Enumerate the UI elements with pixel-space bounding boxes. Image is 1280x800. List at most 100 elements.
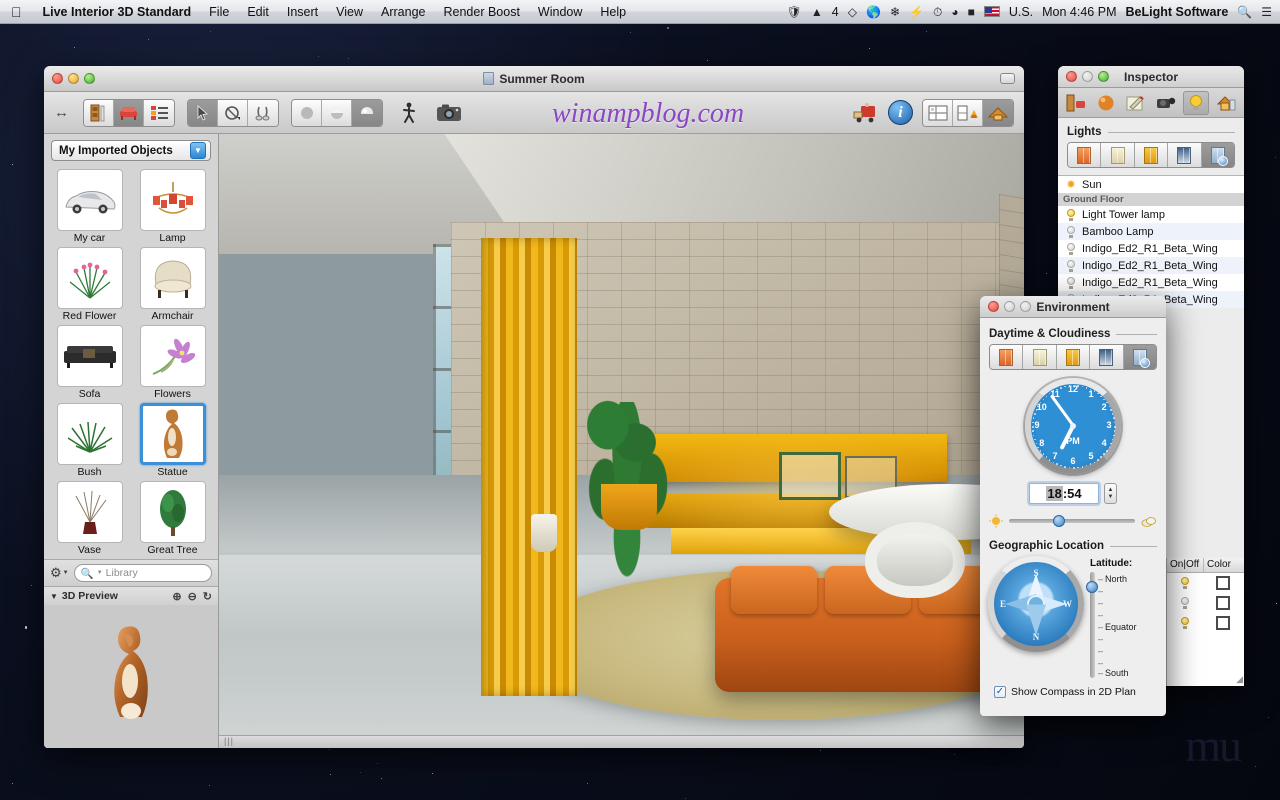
library-item-great-tree[interactable]: Great Tree (133, 481, 212, 557)
site-inspector-tab[interactable] (1213, 91, 1239, 115)
library-item-lamp[interactable]: Lamp (133, 169, 212, 245)
preset-day-button[interactable] (1023, 345, 1057, 369)
3d-viewport[interactable]: ||| (219, 134, 1024, 748)
apple-menu-icon[interactable]:  (0, 5, 34, 19)
object-inspector-tab[interactable] (1063, 91, 1089, 115)
3d-preview-viewport[interactable] (44, 605, 218, 748)
lights-list[interactable]: ✸ Sun Ground Floor Light Tower lamp Bamb… (1058, 175, 1244, 308)
search-input[interactable]: 🔍 ▼ Library (73, 564, 212, 582)
light-bulb-off-icon[interactable] (1066, 242, 1076, 255)
light-bulb-off-icon[interactable] (1066, 276, 1076, 289)
bolt-status-icon[interactable]: ⚡ (909, 6, 924, 18)
menu-app-name[interactable]: Live Interior 3D Standard (34, 0, 201, 24)
shield-status-icon[interactable]: 🛡 (787, 6, 802, 18)
compass-widget[interactable]: S N E W (988, 556, 1084, 652)
minimize-button[interactable] (1082, 71, 1093, 82)
leaf-status-icon[interactable]: ❄ (890, 6, 900, 18)
show-compass-checkbox-row[interactable]: ✓ Show Compass in 2D Plan (980, 678, 1166, 698)
cloudiness-slider[interactable] (1009, 515, 1135, 527)
light-bulb-off-icon[interactable] (1066, 225, 1076, 238)
battery-status-icon[interactable]: ■ (968, 6, 975, 18)
current-user-label[interactable]: BeLight Software (1125, 5, 1228, 19)
zoom-out-icon[interactable]: ⊖ (188, 590, 197, 603)
globe-status-icon[interactable]: 🌎 (866, 6, 881, 18)
preset-sunrise-button[interactable] (1068, 143, 1102, 167)
color-swatch[interactable] (1203, 576, 1243, 590)
environment-titlebar[interactable]: Environment (980, 296, 1166, 318)
light-bulb-on-icon[interactable] (1066, 208, 1076, 221)
close-button[interactable] (1066, 71, 1077, 82)
arrow-select-tool-button[interactable] (188, 99, 218, 126)
info-button[interactable]: i (888, 100, 913, 125)
menu-item-edit[interactable]: Edit (238, 0, 278, 24)
edit-inspector-tab[interactable] (1123, 91, 1149, 115)
adobe-status-icon[interactable]: ▲ (811, 6, 823, 18)
moving-truck-icon[interactable] (851, 102, 879, 124)
category-dropdown[interactable]: My Imported Objects ▼ (51, 140, 211, 161)
wall-tool-button[interactable] (84, 99, 114, 126)
view-2d-plan-button[interactable] (923, 99, 953, 126)
preset-night-button[interactable] (1090, 345, 1124, 369)
list-item-light[interactable]: Indigo_Ed2_R1_Beta_Wing (1058, 240, 1244, 257)
render-high-button[interactable] (352, 99, 382, 126)
render-medium-button[interactable] (322, 99, 352, 126)
measure-tool-button[interactable] (248, 99, 278, 126)
light-on-icon[interactable] (1167, 577, 1203, 589)
stepper-up-icon[interactable]: ▲ (1108, 487, 1114, 494)
column-header-color[interactable]: Color (1204, 558, 1244, 572)
search-icon[interactable]: 🔍 (1237, 6, 1252, 18)
table-row[interactable] (1167, 613, 1244, 633)
list-item-light[interactable]: Bamboo Lamp (1058, 223, 1244, 240)
library-item-bush[interactable]: Bush (50, 403, 129, 479)
menu-item-file[interactable]: File (200, 0, 238, 24)
dropbox-status-icon[interactable]: ◇ (848, 6, 857, 18)
show-compass-checkbox[interactable]: ✓ (994, 686, 1006, 698)
color-swatch[interactable] (1203, 596, 1243, 610)
stepper-down-icon[interactable]: ▼ (1108, 494, 1114, 501)
table-row[interactable] (1167, 573, 1244, 593)
main-window-titlebar[interactable]: Summer Room (44, 66, 1024, 92)
menu-item-insert[interactable]: Insert (278, 0, 327, 24)
time-stepper[interactable]: ▲ ▼ (1104, 483, 1117, 504)
horizontal-resize-icon[interactable]: ↔ (54, 104, 69, 121)
list-item-sun[interactable]: ✸ Sun (1058, 176, 1244, 193)
zoom-button[interactable] (1020, 301, 1031, 312)
zoom-button[interactable] (1098, 71, 1109, 82)
column-header-onoff[interactable]: On|Off (1167, 558, 1204, 572)
render-draft-button[interactable] (292, 99, 322, 126)
light-inspector-tab[interactable] (1183, 90, 1209, 115)
latitude-slider-knob[interactable] (1086, 580, 1098, 593)
camera-icon[interactable] (435, 103, 463, 123)
preset-custom-time-button[interactable] (1201, 143, 1234, 167)
menu-item-help[interactable]: Help (591, 0, 635, 24)
daytime-clock[interactable]: 11 10 9 8 7 6 5 4 3 2 1 12 PM (1025, 378, 1121, 474)
zoom-in-icon[interactable]: ⊕ (172, 590, 181, 603)
wifi-status-icon[interactable]: ◕ (951, 6, 958, 18)
time-input[interactable]: 18:54 (1029, 483, 1099, 504)
library-item-red-flower[interactable]: Red Flower (50, 247, 129, 323)
menu-bar-clock[interactable]: Mon 4:46 PM (1042, 5, 1116, 19)
library-item-vase[interactable]: Vase (50, 481, 129, 557)
properties-list-tool-button[interactable] (144, 99, 174, 126)
toolbar-toggle-button[interactable] (1000, 73, 1015, 84)
rotate-icon[interactable]: ↻ (203, 590, 212, 603)
time-hours[interactable]: 18 (1046, 486, 1063, 501)
library-item-flowers[interactable]: Flowers (133, 325, 212, 401)
latitude-slider[interactable]: – North – – – – Equator – – – – South (1086, 572, 1158, 678)
resize-grip-icon[interactable]: ◢ (1236, 674, 1243, 685)
preview-header[interactable]: ▼ 3D Preview ⊕ ⊖ ↻ (44, 586, 218, 605)
view-split-button[interactable] (953, 99, 983, 126)
minimize-button[interactable] (1004, 301, 1015, 312)
view-3d-button[interactable] (983, 99, 1013, 126)
library-item-my-car[interactable]: My car (50, 169, 129, 245)
inspector-titlebar[interactable]: Inspector (1058, 66, 1244, 88)
library-item-statue[interactable]: Statue (133, 403, 212, 479)
gear-icon[interactable]: ⚙ ▼ (50, 565, 69, 581)
time-minutes[interactable]: :54 (1063, 486, 1082, 501)
light-bulb-off-icon[interactable] (1066, 259, 1076, 272)
input-source-label[interactable]: U.S. (1009, 5, 1033, 19)
table-row[interactable] (1167, 593, 1244, 613)
furniture-tool-button[interactable] (114, 99, 144, 126)
light-on-icon[interactable] (1167, 617, 1203, 629)
camera-inspector-tab[interactable] (1153, 91, 1179, 115)
